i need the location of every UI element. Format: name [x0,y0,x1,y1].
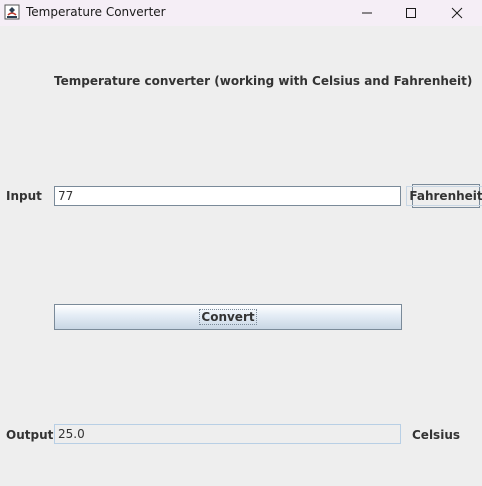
page-heading: Temperature converter (working with Cels… [54,74,473,88]
output-label: Output [6,428,54,442]
convert-button-label: Convert [199,309,257,325]
title-bar[interactable]: Temperature Converter [0,0,482,26]
window-title: Temperature Converter [26,5,166,19]
minimize-icon [361,4,373,23]
close-button[interactable] [434,0,480,26]
output-unit-label: Celsius [412,428,460,442]
java-icon [4,4,20,20]
minimize-button[interactable] [344,0,390,26]
maximize-icon [405,4,417,23]
convert-button[interactable]: Convert [54,304,402,330]
unit-toggle-label: Fahrenheit [406,186,482,206]
output-field [54,424,401,444]
input-label: Input [6,189,42,203]
temperature-input[interactable] [54,186,401,206]
maximize-button[interactable] [388,0,434,26]
close-icon [451,4,463,23]
unit-toggle-button[interactable]: Fahrenheit [406,184,482,208]
